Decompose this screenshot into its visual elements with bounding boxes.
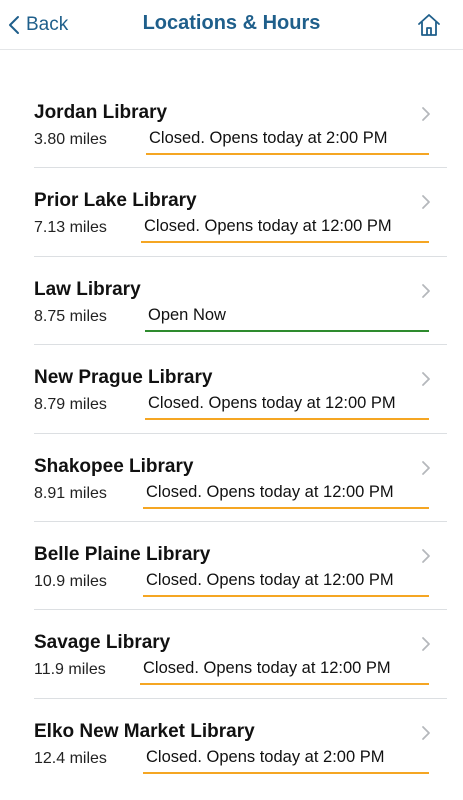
location-name: New Prague Library <box>34 367 213 389</box>
location-distance: 10.9 miles <box>34 572 107 590</box>
location-distance: 8.79 miles <box>34 396 107 414</box>
location-name: Shakopee Library <box>34 455 194 477</box>
location-distance: 3.80 miles <box>34 131 107 148</box>
list-item[interactable]: New Prague Library 8.79 miles Closed. Op… <box>0 345 463 434</box>
status-badge: Closed. Opens today at 12:00 PM <box>145 394 429 421</box>
chevron-right-icon <box>422 283 430 298</box>
status-underline <box>145 329 429 332</box>
status-text: Closed. Opens today at 12:00 PM <box>146 570 394 589</box>
page-title: Locations & Hours <box>142 12 321 34</box>
status-badge: Closed. Opens today at 12:00 PM <box>143 571 429 597</box>
status-underline <box>146 153 429 155</box>
location-distance: 7.13 miles <box>34 219 107 237</box>
home-button[interactable] <box>416 12 442 38</box>
status-badge: Closed. Opens today at 12:00 PM <box>140 659 429 686</box>
status-underline <box>143 771 429 774</box>
chevron-right-icon <box>422 725 430 740</box>
status-text: Open Now <box>148 305 226 324</box>
location-name: Prior Lake Library <box>34 190 197 212</box>
status-text: Closed. Opens today at 12:00 PM <box>143 659 391 678</box>
location-name: Law Library <box>34 278 141 300</box>
status-text: Closed. Opens today at 2:00 PM <box>149 129 388 147</box>
status-text: Closed. Opens today at 12:00 PM <box>144 217 392 236</box>
status-text: Closed. Opens today at 2:00 PM <box>146 747 385 766</box>
status-badge: Closed. Opens today at 2:00 PM <box>146 129 429 155</box>
status-badge: Closed. Opens today at 12:00 PM <box>143 483 429 509</box>
status-badge: Closed. Opens today at 2:00 PM <box>143 748 429 774</box>
status-underline <box>143 506 429 509</box>
location-distance: 11.9 miles <box>34 661 106 679</box>
status-underline <box>145 418 429 421</box>
list-item[interactable]: Jordan Library 3.80 miles Closed. Opens … <box>0 80 463 169</box>
location-name: Savage Library <box>34 632 171 654</box>
status-underline <box>141 241 429 244</box>
chevron-right-icon <box>422 637 430 652</box>
chevron-right-icon <box>422 372 430 387</box>
status-text: Closed. Opens today at 12:00 PM <box>146 482 394 501</box>
locations-list: Jordan Library 3.80 miles Closed. Opens … <box>0 80 463 787</box>
status-badge: Closed. Opens today at 12:00 PM <box>141 217 429 244</box>
list-item[interactable]: Prior Lake Library 7.13 miles Closed. Op… <box>0 168 463 257</box>
location-distance: 8.91 miles <box>34 484 107 502</box>
list-item[interactable]: Elko New Market Library 12.4 miles Close… <box>0 699 463 787</box>
status-text: Closed. Opens today at 12:00 PM <box>148 394 396 413</box>
list-item[interactable]: Savage Library 11.9 miles Closed. Opens … <box>0 610 463 699</box>
chevron-right-icon <box>422 195 430 210</box>
chevron-right-icon <box>422 549 430 563</box>
status-underline <box>143 594 429 597</box>
location-distance: 8.75 miles <box>34 307 107 325</box>
location-distance: 12.4 miles <box>34 749 107 767</box>
location-name: Jordan Library <box>34 102 168 123</box>
location-name: Belle Plaine Library <box>34 543 211 565</box>
chevron-right-icon <box>422 460 430 475</box>
chevron-right-icon <box>422 107 430 121</box>
list-item[interactable]: Law Library 8.75 miles Open Now <box>0 257 463 346</box>
home-icon <box>416 14 442 42</box>
list-item[interactable]: Shakopee Library 8.91 miles Closed. Open… <box>0 434 463 522</box>
list-item[interactable]: Belle Plaine Library 10.9 miles Closed. … <box>0 522 463 611</box>
status-underline <box>140 683 429 686</box>
navigation-bar: Back Locations & Hours <box>0 0 463 50</box>
location-name: Elko New Market Library <box>34 720 255 742</box>
status-badge: Open Now <box>145 306 429 332</box>
